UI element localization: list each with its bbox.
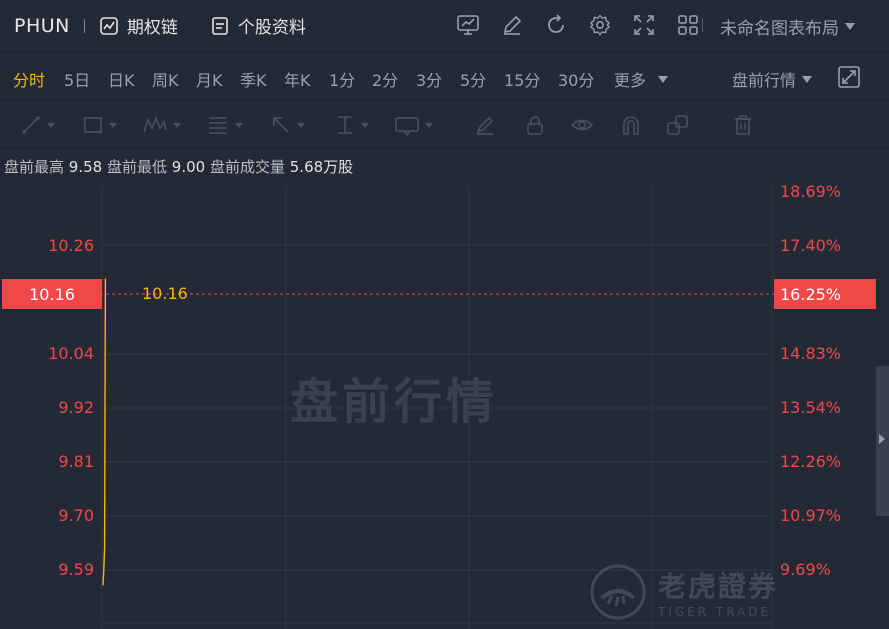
intraday-chart[interactable]: [0, 0, 889, 629]
right-axis-tick: 17.40%: [780, 236, 842, 255]
logo-english-text: TIGER TRADE: [658, 605, 772, 619]
right-axis-tick: 12.26%: [780, 452, 842, 471]
current-percent-tag: 16.25%: [774, 279, 876, 309]
left-axis-tick: 10.26: [48, 236, 94, 255]
right-axis-tick: 14.83%: [780, 344, 842, 363]
chevron-right-icon[interactable]: [879, 434, 885, 444]
price-line-label: 10.16: [142, 284, 188, 303]
left-axis-tick: 9.59: [58, 560, 94, 579]
tiger-logo-icon: [590, 564, 646, 620]
right-axis-tick: 9.69%: [780, 560, 831, 579]
tiger-trade-logo: 老虎證券 TIGER TRADE: [588, 562, 778, 622]
right-axis-tick: 13.54%: [780, 398, 842, 417]
left-axis-tick: 9.81: [58, 452, 94, 471]
left-axis-tick: 10.04: [48, 344, 94, 363]
current-price-tag: 10.16: [2, 279, 102, 309]
left-axis-tick: 9.92: [58, 398, 94, 417]
left-axis-tick: 9.70: [58, 506, 94, 525]
logo-chinese-text: 老虎證券: [658, 570, 779, 603]
right-axis-tick: 10.97%: [780, 506, 842, 525]
right-axis-tick: 18.69%: [780, 182, 842, 201]
premarket-watermark: 盘前行情: [290, 374, 499, 430]
price-series-line: [102, 278, 107, 586]
